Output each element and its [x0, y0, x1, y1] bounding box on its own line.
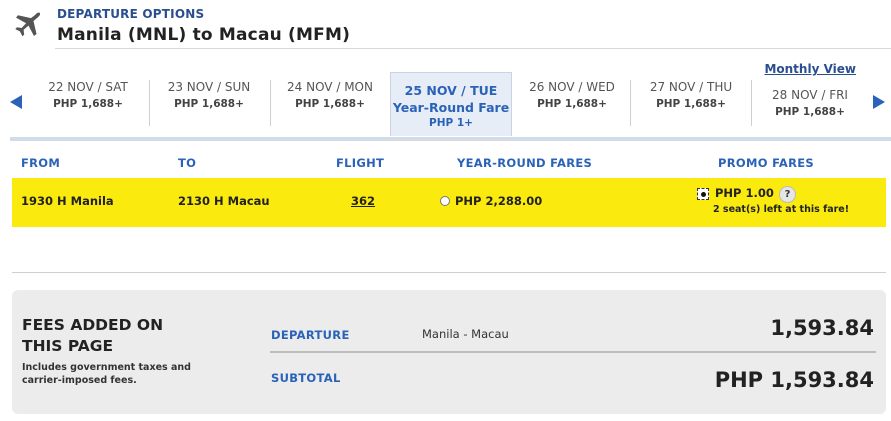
year-round-fare-price: PHP 2,288.00 — [455, 194, 543, 208]
flight-row: 1930 H Manila 2130 H Macau 362 PHP 2,288… — [12, 178, 886, 227]
header-divider — [55, 48, 891, 49]
next-dates-arrow-icon[interactable] — [873, 95, 885, 109]
fees-panel: FEES ADDED ON THIS PAGE Includes governm… — [12, 290, 886, 414]
column-header-year-round-fares: YEAR-ROUND FARES — [457, 156, 593, 170]
promo-fare-radio-selected[interactable] — [697, 188, 709, 200]
page-header: DEPARTURE OPTIONS Manila (MNL) to Macau … — [0, 0, 891, 52]
column-header-flight: FLIGHT — [336, 156, 385, 170]
date-label: 27 NOV / THU — [649, 80, 733, 94]
date-option-26-nov[interactable]: 26 NOV / WED PHP 1,688+ — [512, 80, 632, 128]
fees-departure-route: Manila - Macau — [422, 327, 509, 341]
departure-options-label: DEPARTURE OPTIONS — [57, 7, 205, 21]
arrival-time-city: 2130 H Macau — [178, 194, 270, 208]
date-label: 23 NOV / SUN — [167, 80, 251, 94]
date-option-22-nov[interactable]: 22 NOV / SAT PHP 1,688+ — [28, 80, 148, 128]
date-label: 26 NOV / WED — [529, 80, 615, 94]
section-divider — [12, 272, 886, 273]
column-header-from: FROM — [21, 156, 61, 170]
date-option-28-nov[interactable]: 28 NOV / FRI PHP 1,688+ — [750, 88, 870, 136]
date-price: PHP 1,688+ — [53, 98, 123, 110]
date-strip-underline — [10, 137, 891, 141]
date-label: 22 NOV / SAT — [48, 80, 128, 94]
fees-departure-amount: 1,593.84 — [770, 316, 874, 340]
date-label: 28 NOV / FRI — [772, 88, 848, 102]
date-price: PHP 1,688+ — [656, 98, 726, 110]
date-price: PHP 1+ — [429, 117, 473, 129]
promo-fare-price: PHP 1.00 — [715, 186, 774, 200]
fees-subtotal-label: SUBTOTAL — [271, 371, 341, 385]
date-option-27-nov[interactable]: 27 NOV / THU PHP 1,688+ — [631, 80, 751, 128]
airplane-icon — [15, 12, 41, 37]
fees-divider — [270, 351, 876, 353]
seats-left-notice: 2 seat(s) left at this fare! — [713, 204, 850, 215]
date-price: PHP 1,688+ — [295, 98, 365, 110]
date-price: PHP 1,688+ — [775, 106, 845, 118]
prev-dates-arrow-icon[interactable] — [10, 95, 22, 109]
date-option-25-nov-selected[interactable]: 25 NOV / TUE Year-Round Fare PHP 1+ — [390, 72, 512, 136]
fees-title: FEES ADDED ON THIS PAGE — [22, 316, 164, 355]
date-label: 24 NOV / MON — [287, 80, 373, 94]
column-header-promo-fares: PROMO FARES — [718, 156, 815, 170]
date-price: PHP 1,688+ — [537, 98, 607, 110]
date-strip: 22 NOV / SAT PHP 1,688+ 23 NOV / SUN PHP… — [28, 72, 870, 138]
fare-type-label: Year-Round Fare — [392, 100, 510, 115]
column-header-to: TO — [178, 156, 197, 170]
flight-number-link[interactable]: 362 — [351, 194, 375, 208]
help-icon[interactable]: ? — [779, 186, 796, 203]
date-option-24-nov[interactable]: 24 NOV / MON PHP 1,688+ — [270, 80, 390, 128]
year-round-fare-radio[interactable] — [440, 196, 450, 206]
route-title: Manila (MNL) to Macau (MFM) — [57, 25, 351, 45]
date-label: 25 NOV / TUE — [404, 83, 498, 98]
date-price: PHP 1,688+ — [174, 98, 244, 110]
fees-note: Includes government taxes and carrier-im… — [22, 362, 191, 386]
fees-departure-label: DEPARTURE — [271, 328, 350, 342]
fees-subtotal-amount: PHP 1,593.84 — [714, 368, 874, 392]
departure-time-city: 1930 H Manila — [21, 194, 114, 208]
date-option-23-nov[interactable]: 23 NOV / SUN PHP 1,688+ — [149, 80, 269, 128]
